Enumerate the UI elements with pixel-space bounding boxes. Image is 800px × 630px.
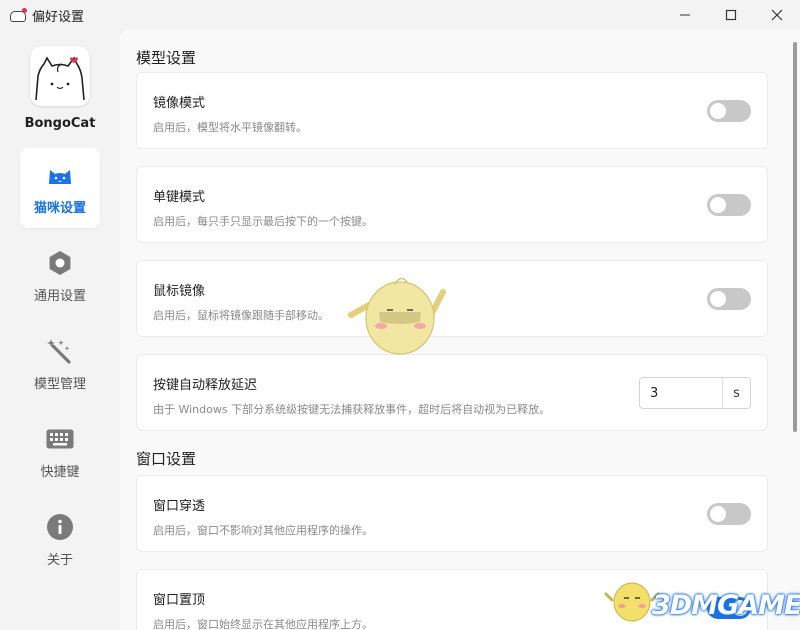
sidebar-item-label: 模型管理 bbox=[33, 376, 86, 392]
mouse-mirror-toggle[interactable] bbox=[707, 288, 751, 310]
setting-title: 镜像模式 bbox=[153, 96, 206, 111]
single-key-mode-toggle[interactable] bbox=[707, 194, 751, 216]
app-name: BongoCat bbox=[24, 116, 96, 131]
setting-card-single-key-mode: 单键模式 启用后，每只手只显示最后按下的一个按键。 bbox=[136, 166, 768, 243]
setting-description: 启用后，窗口不影响对其他应用程序的操作。 bbox=[153, 524, 373, 537]
keyboard-icon bbox=[46, 425, 74, 453]
magic-wand-icon bbox=[46, 337, 74, 365]
maximize-icon bbox=[725, 9, 737, 21]
app-logo-icon bbox=[10, 8, 27, 22]
setting-description: 启用后，每只手只显示最后按下的一个按键。 bbox=[153, 215, 373, 228]
cat-icon bbox=[46, 161, 74, 189]
setting-card-auto-release-delay: 按键自动释放延迟 由于 Windows 下部分系统级按键无法捕获释放事件，超时后… bbox=[136, 354, 768, 431]
sidebar-item-model-management[interactable]: 模型管理 bbox=[20, 324, 100, 404]
app-logo bbox=[30, 46, 90, 106]
window-title: 偏好设置 bbox=[32, 9, 85, 25]
setting-card-click-through: 窗口穿透 启用后，窗口不影响对其他应用程序的操作。 bbox=[136, 475, 768, 552]
auto-release-delay-input[interactable] bbox=[640, 378, 722, 408]
mascot-sticker-icon bbox=[348, 277, 446, 355]
setting-title: 鼠标镜像 bbox=[153, 284, 206, 299]
setting-description: 由于 Windows 下部分系统级按键无法捕获释放事件，超时后将自动视为已释放。 bbox=[153, 403, 551, 416]
gear-icon bbox=[46, 249, 74, 277]
setting-title: 按键自动释放延迟 bbox=[153, 378, 258, 393]
sidebar: BongoCat 猫咪设置 通用设置 模型管理 快捷键 关于 bbox=[0, 30, 120, 630]
minimize-button[interactable] bbox=[662, 0, 708, 30]
mirror-mode-toggle[interactable] bbox=[707, 100, 751, 122]
sidebar-item-label: 通用设置 bbox=[33, 288, 86, 304]
minimize-icon bbox=[680, 14, 690, 16]
sidebar-item-about[interactable]: 关于 bbox=[20, 500, 100, 580]
section-title-model: 模型设置 bbox=[136, 49, 197, 67]
click-through-toggle[interactable] bbox=[707, 503, 751, 525]
setting-card-mirror-mode: 镜像模式 启用后，模型将水平镜像翻转。 bbox=[136, 72, 768, 149]
watermark-text: 3DMGAME bbox=[652, 590, 800, 621]
sidebar-item-general-settings[interactable]: 通用设置 bbox=[20, 236, 100, 316]
setting-description: 启用后，鼠标将镜像跟随手部移动。 bbox=[153, 309, 329, 322]
scrollbar[interactable] bbox=[793, 42, 797, 432]
unit-suffix: s bbox=[722, 378, 750, 408]
sidebar-item-shortcuts[interactable]: 快捷键 bbox=[20, 412, 100, 492]
bongo-cat-logo-icon bbox=[35, 56, 85, 101]
close-button[interactable] bbox=[754, 0, 800, 30]
auto-release-delay-stepper[interactable]: s bbox=[639, 377, 751, 409]
title-bar: 偏好设置 bbox=[0, 0, 800, 30]
section-title-window: 窗口设置 bbox=[136, 450, 197, 468]
setting-title: 窗口穿透 bbox=[153, 499, 206, 514]
sidebar-item-label: 猫咪设置 bbox=[33, 200, 86, 216]
sidebar-item-label: 快捷键 bbox=[40, 464, 80, 480]
setting-description: 启用后，窗口始终显示在其他应用程序上方。 bbox=[153, 618, 373, 630]
sidebar-item-label: 关于 bbox=[46, 552, 73, 568]
setting-title: 窗口置顶 bbox=[153, 593, 206, 608]
settings-content: 模型设置 镜像模式 启用后，模型将水平镜像翻转。 单键模式 启用后，每只手只显示… bbox=[120, 30, 800, 630]
close-icon bbox=[771, 9, 783, 21]
setting-title: 单键模式 bbox=[153, 190, 206, 205]
maximize-button[interactable] bbox=[708, 0, 754, 30]
info-icon bbox=[46, 513, 74, 541]
setting-description: 启用后，模型将水平镜像翻转。 bbox=[153, 121, 307, 134]
window-controls bbox=[662, 0, 800, 30]
sidebar-item-cat-settings[interactable]: 猫咪设置 bbox=[20, 148, 100, 228]
